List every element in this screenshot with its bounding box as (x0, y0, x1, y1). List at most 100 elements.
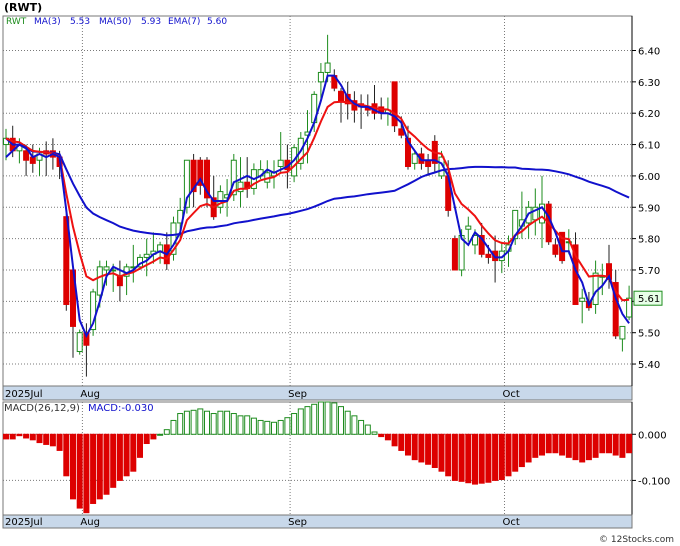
macd-bar (585, 433, 592, 461)
macd-bar (90, 433, 97, 504)
macd-bar (458, 433, 465, 482)
macd-bar (391, 433, 398, 447)
price-tick-label: 6.10 (638, 141, 660, 152)
macd-bar (29, 433, 36, 441)
ticker-label: (RWT) (4, 1, 42, 14)
macd-bar (344, 410, 351, 435)
macd-bar (143, 433, 150, 445)
macd-date-label: Sep (288, 517, 307, 528)
macd-bar (324, 401, 331, 435)
price-tick-label: 5.90 (638, 203, 660, 214)
macd-bar (297, 408, 304, 435)
candle-body (338, 90, 344, 102)
macd-bar (612, 433, 619, 456)
macd-bar (512, 433, 519, 472)
price-date-label: Oct (503, 389, 520, 400)
macd-bar (76, 433, 83, 509)
macd-bar (137, 433, 143, 458)
stock-chart: 5.40 5.50 5.60 5.70 5.80 5.90 6.00 6.10 6.20 6.30… (2, 1, 674, 545)
macd-bar (250, 417, 257, 435)
macd-bar (271, 421, 277, 435)
price-tick-label: 6.30 (638, 78, 660, 89)
macd-bar (425, 433, 432, 465)
candle-body (116, 275, 123, 287)
legend-item: EMA(7) (168, 17, 200, 27)
macd-bar (170, 419, 177, 435)
macd-bar (572, 433, 579, 461)
candle-body (143, 253, 150, 258)
macd-bar (157, 433, 164, 436)
last-price-label: 5.61 (638, 294, 660, 305)
macd-bar (418, 433, 425, 463)
macd-bar (23, 433, 30, 439)
candle-body (619, 325, 626, 340)
macd-bar (244, 415, 251, 435)
macd-bar (63, 433, 70, 477)
candle-body (579, 297, 586, 302)
macd-bar (532, 433, 539, 458)
macd-date-label: 2025Jul (5, 517, 43, 528)
macd-bar (197, 408, 204, 435)
price-date-label: Sep (288, 389, 307, 400)
price-tick-label: 5.80 (638, 235, 660, 246)
copyright-label: © 12Stocks.com (599, 535, 674, 545)
macd-bar (619, 433, 626, 458)
macd-bar (224, 410, 231, 435)
legend: RWT MA(3) 5.53 MA(50) 5.93 EMA(7) 5.60 (6, 17, 227, 27)
macd-bar (9, 433, 16, 440)
macd-date-label: Oct (503, 517, 520, 528)
price-tick-label: 6.00 (638, 172, 660, 183)
candle-body (277, 159, 284, 168)
candle-body (103, 266, 110, 271)
macd-bar (230, 413, 237, 435)
macd-bar (56, 433, 63, 451)
price-tick-label: 6.20 (638, 109, 660, 120)
candle-body (23, 150, 30, 161)
macd-bar (210, 413, 217, 435)
macd-bar (364, 424, 371, 435)
macd-bar (291, 413, 298, 435)
candle-body (324, 62, 331, 73)
macd-bar (36, 433, 43, 444)
candle-body (411, 153, 418, 164)
price-panel: 5.40 5.50 5.60 5.70 5.80 5.90 6.00 6.10 6.20 6.30… (2, 15, 663, 401)
macd-bar (492, 433, 499, 481)
macd-bar (150, 433, 157, 440)
macd-bar (465, 433, 472, 484)
macd-bar (559, 433, 566, 456)
macd-bar (190, 409, 197, 435)
price-tick-label: 6.40 (638, 46, 660, 57)
macd-bar (130, 433, 137, 472)
macd-bar (16, 433, 23, 437)
macd-bar (217, 410, 224, 435)
macd-bar (311, 403, 318, 435)
macd-bar (110, 433, 117, 488)
legend-item: MA(50) (99, 17, 131, 27)
macd-bar (445, 433, 452, 477)
macd-bar (371, 431, 378, 435)
candle-body (96, 266, 103, 296)
macd-bar (43, 433, 50, 445)
macd-value-label: MACD:-0.030 (88, 403, 154, 414)
macd-bar (317, 401, 324, 435)
macd-bar (384, 433, 391, 441)
candle-body (552, 244, 559, 255)
macd-bar (579, 433, 586, 463)
legend-item: MA(3) (34, 17, 61, 27)
macd-bar (431, 433, 438, 468)
candle-body (76, 332, 83, 353)
macd-bar (552, 433, 559, 454)
macd-bar (565, 433, 572, 458)
price-tick-label: 5.70 (638, 266, 660, 277)
macd-bar (505, 433, 512, 477)
candle-body (317, 71, 324, 83)
legend-item: 5.53 (70, 17, 90, 27)
macd-panel: 0.000 -0.100 2025Jul Aug Sep Oct (2, 401, 670, 529)
macd-bar (103, 433, 110, 495)
macd-bar (539, 433, 545, 456)
candle-body (465, 225, 472, 230)
macd-bar (606, 433, 612, 454)
macd-bar (183, 410, 190, 435)
macd-bar (411, 433, 418, 461)
macd-bar (498, 433, 505, 480)
